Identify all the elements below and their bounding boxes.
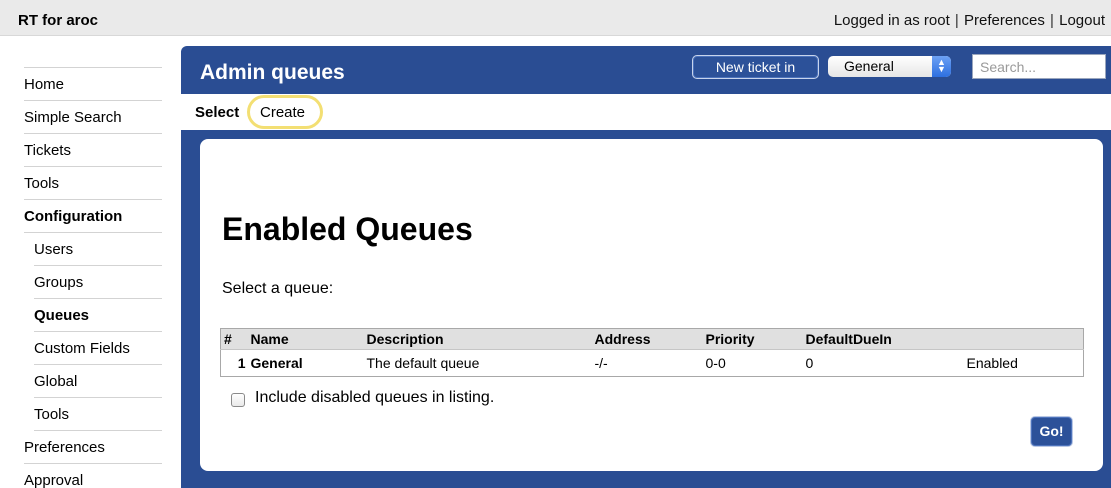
column-header-status — [966, 328, 1084, 350]
nav-item-configuration[interactable]: Configuration — [24, 200, 162, 233]
queue-priority: 0-0 — [705, 355, 726, 371]
nav-item-tools[interactable]: Tools — [24, 167, 162, 200]
link-separator: | — [954, 12, 959, 29]
queue-number[interactable]: 1 — [221, 350, 251, 377]
queue-description: The default queue — [366, 355, 480, 371]
top-bar: RT for aroc Logged in as root | Preferen… — [0, 0, 1111, 36]
include-disabled-label[interactable]: Include disabled queues in listing. — [255, 389, 494, 407]
column-header-default-due-in[interactable]: DefaultDueIn — [805, 328, 967, 350]
page-header: Admin queues New ticket in General ▲ ▼ — [181, 46, 1111, 94]
content-card: Enabled Queues Select a queue: # Name De… — [200, 139, 1103, 471]
tab-create[interactable]: Create — [260, 104, 305, 121]
go-button[interactable]: Go! — [1030, 416, 1073, 447]
select-queue-prompt: Select a queue: — [222, 280, 334, 297]
nav-item-users[interactable]: Users — [34, 233, 162, 266]
queue-select-value: General — [844, 58, 894, 74]
nav-item-approval[interactable]: Approval — [24, 464, 162, 488]
nav-item-config-tools[interactable]: Tools — [34, 398, 162, 431]
link-separator: | — [1050, 12, 1054, 29]
include-disabled-checkbox[interactable] — [231, 393, 245, 407]
app-title: RT for aroc — [18, 12, 99, 29]
nav-item-groups[interactable]: Groups — [34, 266, 162, 299]
nav-item-home[interactable]: Home — [24, 68, 162, 101]
main-panel: Admin queues New ticket in General ▲ ▼ Se… — [181, 46, 1111, 488]
column-header-address[interactable]: Address — [594, 328, 706, 350]
table-header-row: # Name Description Address Priority Defa… — [220, 328, 1084, 350]
queue-status: Enabled — [966, 355, 1018, 371]
nav-item-custom-fields[interactable]: Custom Fields — [34, 332, 162, 365]
nav-item-preferences[interactable]: Preferences — [24, 431, 162, 464]
user-links: Logged in as root | Preferences | Logout — [834, 12, 1105, 29]
queues-table: # Name Description Address Priority Defa… — [220, 328, 1084, 377]
tab-select[interactable]: Select — [195, 104, 239, 121]
queue-default-due-in: 0 — [805, 355, 814, 371]
queue-address: -/- — [594, 355, 608, 371]
column-header-name[interactable]: Name — [250, 328, 367, 350]
nav-item-simple-search[interactable]: Simple Search — [24, 101, 162, 134]
column-header-number: # — [220, 328, 251, 350]
nav-item-tickets[interactable]: Tickets — [24, 134, 162, 167]
logout-link[interactable]: Logout — [1059, 12, 1105, 29]
search-input[interactable] — [972, 54, 1106, 79]
left-navigation: Home Simple Search Tickets Tools Configu… — [0, 36, 181, 488]
nav-item-queues[interactable]: Queues — [34, 299, 162, 332]
nav-item-global[interactable]: Global — [34, 365, 162, 398]
preferences-link[interactable]: Preferences — [964, 12, 1045, 29]
table-row[interactable]: 1 General The default queue -/- 0-0 0 En… — [221, 350, 1084, 377]
new-ticket-button[interactable]: New ticket in — [692, 55, 819, 79]
queue-select[interactable]: General ▲ ▼ — [828, 56, 951, 77]
page-tabs: Select Create — [181, 94, 1111, 130]
page-title: Admin queues — [200, 61, 345, 84]
queue-name-link[interactable]: General — [251, 350, 367, 377]
section-heading: Enabled Queues — [222, 211, 473, 247]
logged-in-link[interactable]: Logged in as root — [834, 12, 950, 29]
select-arrows-icon: ▲ ▼ — [932, 56, 951, 77]
column-header-priority[interactable]: Priority — [705, 328, 806, 350]
column-header-description[interactable]: Description — [366, 328, 595, 350]
